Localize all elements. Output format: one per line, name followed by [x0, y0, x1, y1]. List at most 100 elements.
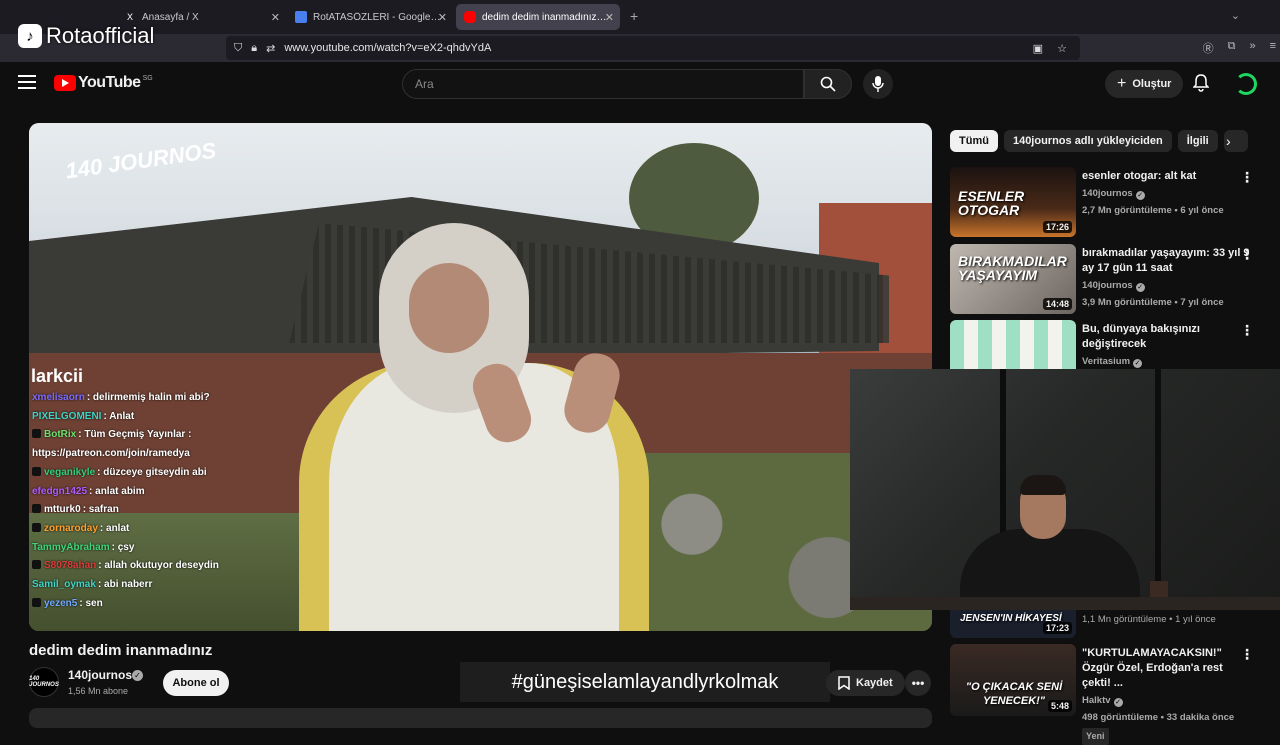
video-thumbnail[interactable]: BIRAKMADILAR YAŞAYAYIM 14:48: [950, 244, 1076, 314]
recommendation-item[interactable]: "O ÇIKACAK SENİ YENECEK!" 5:48 "KURTULAM…: [950, 644, 1270, 745]
recommendation-title[interactable]: bırakmadılar yaşayayım: 33 yıl 9 ay 17 g…: [1082, 247, 1250, 274]
youtube-logo[interactable]: YouTube SG: [54, 74, 153, 92]
notifications-button[interactable]: [1192, 74, 1210, 97]
verified-check-icon: ✓: [1135, 283, 1145, 292]
chip-from-uploader[interactable]: 140journos adlı yükleyiciden: [1003, 130, 1172, 152]
video-thumbnail[interactable]: JENSEN'IN HİKAYESİ 17:23: [950, 610, 1076, 638]
verified-check-icon: ✓: [132, 670, 143, 681]
chat-username: mtturk0: [44, 504, 81, 516]
url-text: www.youtube.com/watch?v=eX2-qhdvYdA: [284, 42, 492, 54]
account-avatar[interactable]: [1235, 73, 1257, 95]
video-thumbnail[interactable]: [950, 320, 1076, 369]
recommendation-title[interactable]: "KURTULAMAYACAKSIN!" Özgür Özel, Erdoğan…: [1082, 647, 1223, 689]
recommendation-channel-row: Veritasium ✓: [1082, 354, 1250, 369]
filter-chips: Tümü 140journos adlı yükleyiciden İlgili: [950, 130, 1248, 152]
more-vert-icon[interactable]: ⋮: [1240, 246, 1254, 263]
chat-text: : allah okutuyor deseydin: [98, 560, 219, 572]
close-icon[interactable]: ✕: [271, 11, 280, 24]
tab-label: dedim dedim inanmadınız - You: [482, 11, 608, 23]
recommendation-title[interactable]: esenler otogar: alt kat: [1082, 170, 1196, 182]
voice-search-button[interactable]: [863, 69, 893, 99]
chevron-right-icon[interactable]: ›: [1226, 133, 1231, 149]
search-button[interactable]: [804, 69, 852, 99]
recommendation-details: "KURTULAMAYACAKSIN!" Özgür Özel, Erdoğan…: [1082, 646, 1250, 745]
recommendation-item[interactable]: Bu, dünyaya bakışınızı değiştirecek Veri…: [950, 320, 1270, 369]
video-thumbnail[interactable]: ESENLER OTOGAR 17:26: [950, 167, 1076, 237]
recommendation-meta: 1,1 Mn görüntüleme • 1 yıl önce: [1082, 614, 1216, 625]
permissions-icon[interactable]: ⇄: [266, 42, 275, 55]
chat-badge-icon: [32, 560, 41, 570]
chat-text: : çsy: [111, 541, 135, 553]
chat-username: BotRix: [44, 429, 77, 441]
create-button[interactable]: + Oluştur: [1105, 70, 1184, 98]
channel-avatar[interactable]: 140 JOURNOS: [29, 667, 59, 697]
more-vert-icon[interactable]: ⋮: [1240, 646, 1254, 663]
browser-tab-bar: X Anasayfa / X ✕ RotATASÖZLERİ - Google …: [0, 0, 1280, 34]
chat-text: : safran: [82, 504, 119, 516]
tab-label: RotATASÖZLERİ - Google Dokü: [313, 11, 441, 23]
search-input[interactable]: Ara: [402, 69, 804, 99]
close-icon[interactable]: ✕: [605, 11, 614, 24]
video-player[interactable]: 140 JOURNOS larkcii xmelisaorn: delirmem…: [29, 123, 932, 631]
recommendation-details: bırakmadılar yaşayayım: 33 yıl 9 ay 17 g…: [1082, 246, 1250, 310]
chat-badge-icon: [32, 504, 41, 514]
chat-message: BotRix: Tüm Geçmiş Yayınlar : https://pa…: [29, 426, 259, 463]
lock-icon[interactable]: 🔒︎: [251, 42, 257, 55]
chat-username: TammyAbraham: [32, 541, 110, 553]
channel-name[interactable]: 140journos: [68, 668, 132, 682]
webcam-window-frame: [1155, 369, 1161, 610]
youtube-header: YouTube SG Ara + Oluştur: [0, 62, 1280, 108]
address-bar[interactable]: ⛉ 🔒︎ ⇄ www.youtube.com/watch?v=eX2-qhdvY…: [226, 36, 1080, 60]
more-vert-icon[interactable]: ⋮: [1240, 322, 1254, 339]
subscribe-button[interactable]: Abone ol: [163, 670, 229, 696]
overflow-chevron-icon[interactable]: »: [1249, 40, 1255, 56]
more-vert-icon[interactable]: ⋮: [1240, 169, 1254, 186]
chip-related[interactable]: İlgili: [1177, 130, 1218, 152]
new-tab-icon[interactable]: +: [630, 8, 638, 24]
chip-all[interactable]: Tümü: [950, 130, 998, 152]
chevron-down-icon[interactable]: ⌄: [1231, 9, 1240, 22]
bookmark-star-icon[interactable]: ☆: [1057, 42, 1067, 55]
shield-icon[interactable]: ⛉: [234, 42, 242, 55]
chat-badge-icon: [32, 597, 41, 607]
save-button[interactable]: Kaydet: [826, 670, 905, 696]
recommendation-details: Bu, dünyaya bakışınızı değiştirecek Veri…: [1082, 322, 1250, 369]
chat-username: zornaroday: [44, 522, 98, 534]
search-icon: [820, 76, 836, 92]
description-box[interactable]: [29, 708, 932, 728]
recommendation-item[interactable]: ESENLER OTOGAR 17:26 esenler otogar: alt…: [950, 167, 1270, 237]
recommendation-channel-row: 140journos ✓: [1082, 186, 1250, 201]
duration-badge: 17:23: [1042, 622, 1072, 634]
recommendation-item[interactable]: BIRAKMADILAR YAŞAYAYIM 14:48 bırakmadıla…: [950, 244, 1270, 314]
video-thumbnail[interactable]: "O ÇIKACAK SENİ YENECEK!" 5:48: [950, 644, 1076, 716]
chat-username: efedgn1425: [32, 485, 88, 497]
close-icon[interactable]: ✕: [438, 11, 447, 24]
chat-badge-icon: [32, 466, 41, 476]
tab-label: Anasayfa / X: [142, 11, 199, 23]
profile-icon[interactable]: Ⓡ: [1203, 40, 1214, 56]
chat-text: : abi naberr: [97, 579, 153, 591]
menu-icon[interactable]: ≡: [1270, 40, 1276, 56]
extensions-icon[interactable]: ⧉: [1228, 40, 1236, 56]
tab-google-docs[interactable]: RotATASÖZLERİ - Google Dokü ✕: [287, 4, 453, 30]
more-actions-button[interactable]: •••: [905, 670, 931, 696]
chat-username: Samil_oymak: [32, 579, 96, 591]
microphone-icon: [872, 76, 884, 92]
recommendation-channel[interactable]: 140journos: [1082, 280, 1133, 291]
person-face: [409, 263, 489, 353]
hamburger-menu-icon[interactable]: [18, 75, 36, 93]
recommendation-meta: 3,9 Mn görüntüleme • 7 yıl önce: [1082, 297, 1224, 308]
recommendation-channel-row: Halktv ✓: [1082, 693, 1250, 708]
hashtag-overlay: #güneşiselamlayandlyrkolmak: [460, 662, 830, 702]
chat-text: : Anlat: [103, 410, 135, 422]
chat-message: yezen5: sen: [29, 595, 259, 614]
video-frame-person: [299, 213, 679, 631]
picture-in-picture-icon[interactable]: ▣: [1033, 42, 1043, 55]
chat-message: Samil_oymak: abi naberr: [29, 576, 259, 595]
tab-youtube[interactable]: dedim dedim inanmadınız - You ✕: [456, 4, 620, 30]
recommendation-channel[interactable]: 140journos: [1082, 188, 1133, 199]
recommendation-channel[interactable]: Veritasium: [1082, 356, 1130, 367]
recommendation-channel[interactable]: Halktv: [1082, 695, 1111, 706]
recommendation-meta: 2,7 Mn görüntüleme • 6 yıl önce: [1082, 205, 1224, 216]
recommendation-title[interactable]: Bu, dünyaya bakışınızı değiştirecek: [1082, 323, 1200, 350]
